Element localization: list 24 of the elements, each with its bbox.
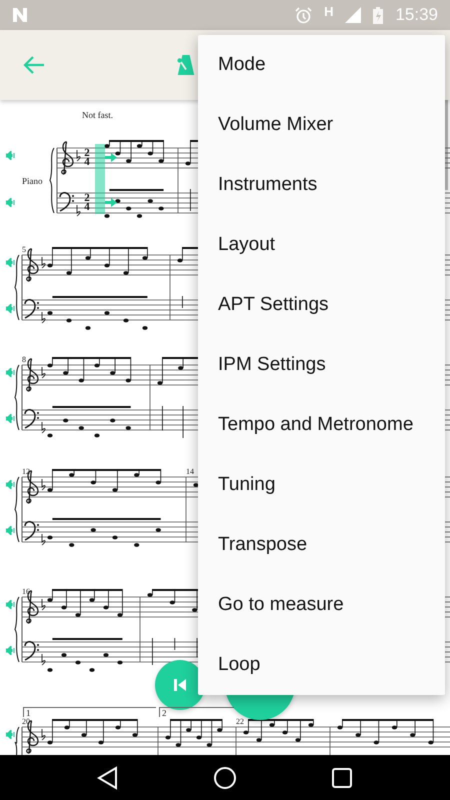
volta-number: 1 [23,707,156,717]
menu-item[interactable]: Volume Mixer [198,95,445,155]
measure-number: 12 [22,468,30,476]
menu-item[interactable]: Layout [198,215,445,275]
measure-number: 22 [236,718,244,726]
instrument-name: Piano [22,177,43,186]
clock-time: 15:39 [395,5,438,25]
measure-number: 16 [22,588,30,596]
measure-number: 14 [186,468,194,476]
menu-item[interactable]: Tempo and Metronome [198,395,445,455]
measure-number: 20 [22,718,30,726]
tempo-marking: Not fast. [82,111,113,120]
menu-item[interactable]: Instruments [198,155,445,215]
menu-item[interactable]: IPM Settings [198,335,445,395]
measure-number: 8 [22,356,26,364]
time-signature: 2 4 [83,149,91,167]
measure-number: 5 [22,246,26,254]
menu-item[interactable]: APT Settings [198,275,445,335]
time-signature: 2 4 [83,194,91,212]
menu-item[interactable]: Loop [198,635,445,695]
menu-item[interactable]: Tuning [198,455,445,515]
menu-item[interactable]: Go to measure [198,575,445,635]
menu-item[interactable]: Transpose [198,515,445,575]
network-type: H [324,4,334,18]
